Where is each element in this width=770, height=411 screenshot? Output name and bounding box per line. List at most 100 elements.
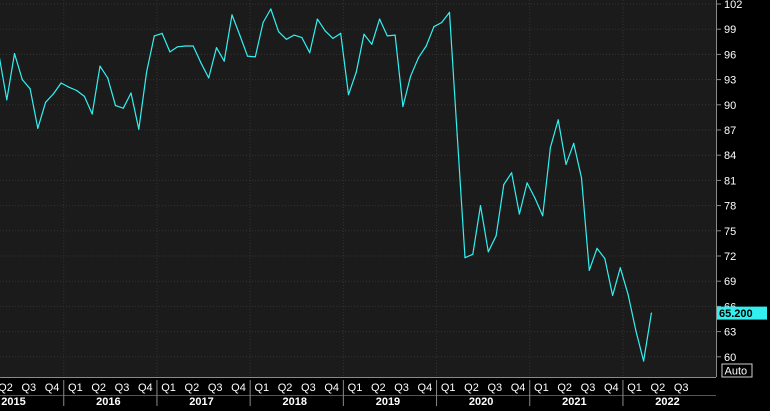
data-point [270,8,272,10]
data-point [612,294,614,297]
data-point [619,267,621,269]
data-point [278,31,280,33]
last-value-badge: 65.200 [717,306,767,320]
data-point [604,257,606,260]
data-point [503,184,505,186]
y-tick-label: 75 [724,226,736,238]
data-point [402,105,404,108]
x-tick-label-quarter: Q3 [301,382,316,394]
x-tick-label-year: 2019 [376,396,400,406]
data-point [215,47,218,49]
x-tick-label-quarter: Q1 [161,382,176,394]
x-tick-label-quarter: Q1 [627,382,642,394]
data-point [495,235,497,237]
data-point [347,94,350,96]
x-tick-label-quarter: Q2 [371,382,386,394]
y-tick-label: 87 [724,125,736,137]
x-tick-label-year: 2018 [283,396,307,406]
y-tick-label: 81 [724,175,736,187]
y-tick-label: 99 [724,24,736,36]
data-point [52,93,55,95]
data-point [588,269,590,271]
data-point [433,26,435,28]
x-tick-label-quarter: Q4 [511,382,526,394]
data-point [138,128,140,130]
data-point [301,37,303,39]
data-point [441,21,443,24]
data-point [627,294,629,296]
x-tick-label-quarter: Q2 [91,382,106,394]
data-point [246,55,249,57]
data-point [262,21,264,24]
data-point [549,147,552,149]
data-point [76,89,78,92]
x-tick-label-quarter: Q3 [21,382,36,394]
x-tick-label-quarter: Q3 [581,382,596,394]
data-point [573,142,575,144]
data-point [650,312,653,314]
y-tick-label: 69 [724,276,736,288]
data-point [153,35,155,37]
data-point [456,134,458,136]
data-point [91,113,93,115]
data-point [223,60,225,62]
data-point [293,34,295,36]
x-tick-label-quarter: Q1 [348,382,363,394]
x-tick-label-quarter: Q3 [115,382,130,394]
y-tick-label: 60 [724,352,736,364]
data-point [596,247,598,249]
data-point [643,360,645,362]
data-point [417,57,419,59]
data-point [122,107,124,109]
data-point [565,163,567,165]
data-point [177,46,179,48]
data-point [371,43,373,45]
data-point [68,86,70,88]
y-tick-label: 63 [724,327,736,339]
data-point [45,101,47,103]
data-point [60,82,62,84]
data-point [340,32,342,35]
x-tick-label-quarter: Q2 [278,382,293,394]
x-tick-label-quarter: Q2 [185,382,200,394]
x-tick-label-year: 2021 [562,396,586,406]
x-tick-label-quarter: Q2 [464,382,479,394]
x-tick-label-quarter: Q1 [534,382,549,394]
last-value-label: 65.200 [719,308,753,320]
x-axis: Q2 Q3 Q4 Q1 Q2 Q3 Q4 Q1 Q2 Q3 Q4 Q1 Q2 Q3 Q4 Q1 Q2 Q3 Q4 Q1… [0,377,716,408]
data-point [83,95,85,97]
x-tick-label-quarter: Q4 [231,382,246,394]
data-point [464,257,466,259]
y-tick-label: 102 [724,0,742,11]
data-point [316,18,318,20]
data-point [146,71,148,73]
x-tick-label-quarter: Q2 [0,382,13,394]
y-tick-label: 72 [724,251,736,263]
data-point [487,251,489,253]
x-tick-label-quarter: Q1 [254,382,269,394]
data-point [130,92,132,94]
auto-scale-toggle[interactable]: Auto [721,363,753,378]
x-tick-label-year: 2017 [189,396,213,406]
data-point [208,77,210,79]
data-point [379,18,381,20]
data-point [518,213,521,215]
x-tick-label-year: 2022 [655,396,679,406]
data-point [386,35,388,37]
x-tick-label-quarter: Q4 [138,382,153,394]
data-point [107,77,109,79]
data-point [355,71,357,73]
data-point [410,75,412,77]
data-point [363,33,365,35]
x-tick-label-quarter: Q4 [604,382,619,394]
data-point [21,79,23,81]
data-point [580,177,583,179]
data-point [542,215,544,217]
auto-toggle-label[interactable]: Auto [725,366,748,378]
data-point [184,45,186,47]
line-chart: 1029996939087848178757269666360 Q2Q3Q4Q1… [0,0,767,408]
plot-area [0,0,716,377]
y-tick-label: 96 [724,49,736,61]
data-point [448,11,451,13]
x-tick-label-year: 2020 [469,396,493,406]
